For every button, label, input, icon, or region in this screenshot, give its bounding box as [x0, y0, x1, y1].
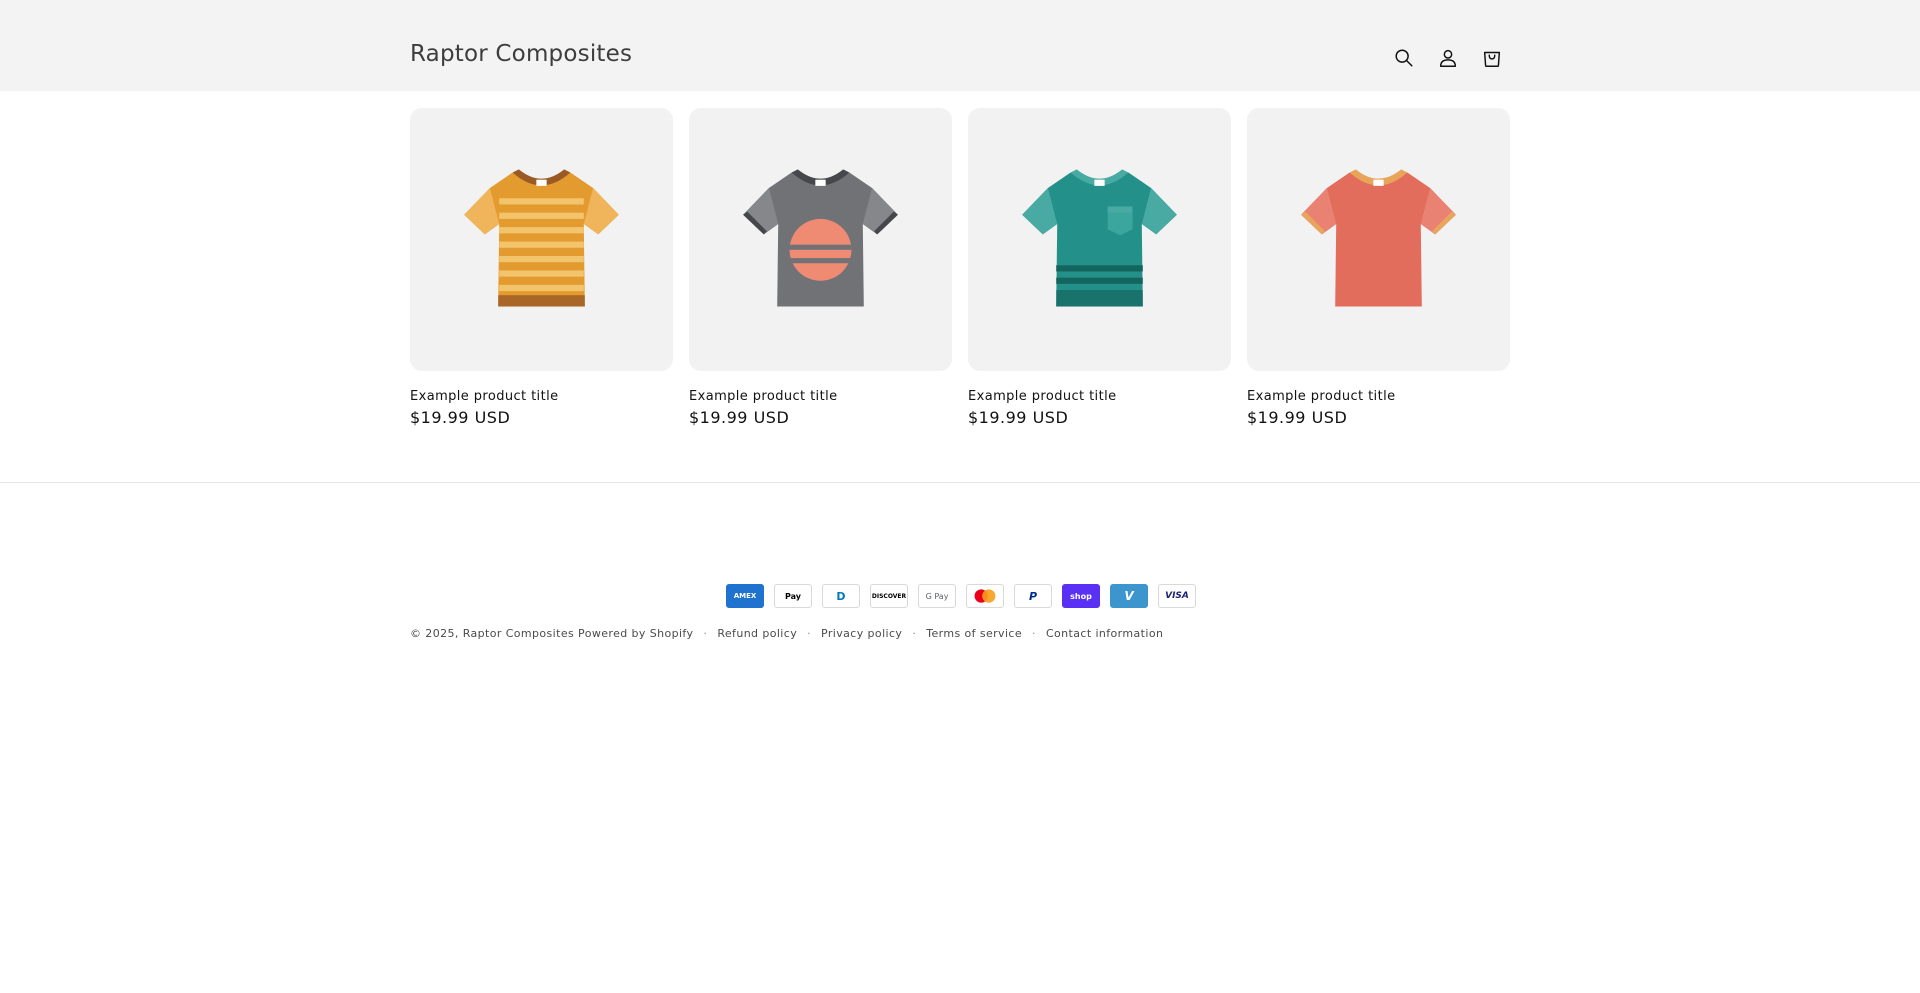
product-image[interactable]: [1247, 108, 1510, 371]
venmo-icon: V: [1110, 584, 1148, 608]
product-title[interactable]: Example product title: [410, 389, 558, 404]
apple-pay-icon: Pay: [774, 584, 812, 608]
ringer-tshirt-icon: [1301, 169, 1456, 307]
product-image[interactable]: [689, 108, 952, 371]
product-price: $19.99 USD: [689, 408, 790, 427]
product-price: $19.99 USD: [968, 408, 1069, 427]
site-header: Raptor Composites: [0, 0, 1920, 91]
product-card[interactable]: Example product title $19.99 USD: [410, 108, 673, 427]
refund-policy-link[interactable]: Refund policy: [717, 627, 797, 640]
copyright-text: © 2025,: [410, 627, 459, 640]
google-pay-icon: G Pay: [918, 584, 956, 608]
product-image[interactable]: [410, 108, 673, 371]
payment-icons: AMEX Pay D DISCOVER G Pay P shop V VISA: [726, 584, 1196, 608]
search-button[interactable]: [1390, 44, 1418, 72]
powered-by-shopify-link[interactable]: Powered by Shopify: [578, 627, 693, 640]
product-price: $19.99 USD: [1247, 408, 1348, 427]
store-link[interactable]: Raptor Composites: [463, 627, 574, 640]
store-logo[interactable]: Raptor Composites: [410, 41, 632, 67]
account-icon: [1439, 49, 1457, 67]
separator-dot: ·: [912, 627, 917, 640]
mastercard-circles-icon: [974, 589, 996, 603]
sunset-tshirt-icon: [743, 169, 898, 307]
paypal-icon: P: [1014, 584, 1052, 608]
cart-button[interactable]: [1478, 44, 1506, 72]
product-card[interactable]: Example product title $19.99 USD: [968, 108, 1231, 427]
terms-of-service-link[interactable]: Terms of service: [926, 627, 1022, 640]
separator-dot: ·: [1032, 627, 1036, 640]
footer-links: © 2025, Raptor Composites Powered by Sho…: [410, 627, 1163, 640]
product-title[interactable]: Example product title: [1247, 389, 1395, 404]
contact-information-link[interactable]: Contact information: [1046, 627, 1163, 640]
visa-icon: VISA: [1158, 584, 1196, 608]
shop-pay-icon: shop: [1062, 584, 1100, 608]
cart-icon: [1483, 51, 1501, 67]
product-image[interactable]: [968, 108, 1231, 371]
search-icon: [1395, 49, 1413, 67]
account-button[interactable]: [1434, 44, 1462, 72]
privacy-policy-link[interactable]: Privacy policy: [821, 627, 902, 640]
product-card[interactable]: Example product title $19.99 USD: [689, 108, 952, 427]
footer-divider: [0, 482, 1920, 483]
separator-dot: ·: [807, 627, 812, 640]
product-card[interactable]: Example product title $19.99 USD: [1247, 108, 1510, 427]
amex-icon: AMEX: [726, 584, 764, 608]
mastercard-icon: [966, 584, 1004, 608]
product-title[interactable]: Example product title: [689, 389, 837, 404]
product-price: $19.99 USD: [410, 408, 511, 427]
pocket-tshirt-icon: [1022, 169, 1177, 307]
product-title[interactable]: Example product title: [968, 389, 1116, 404]
discover-icon: DISCOVER: [870, 584, 908, 608]
diners-club-icon: D: [822, 584, 860, 608]
striped-tshirt-icon: [464, 169, 619, 307]
separator-dot: ·: [703, 627, 708, 640]
